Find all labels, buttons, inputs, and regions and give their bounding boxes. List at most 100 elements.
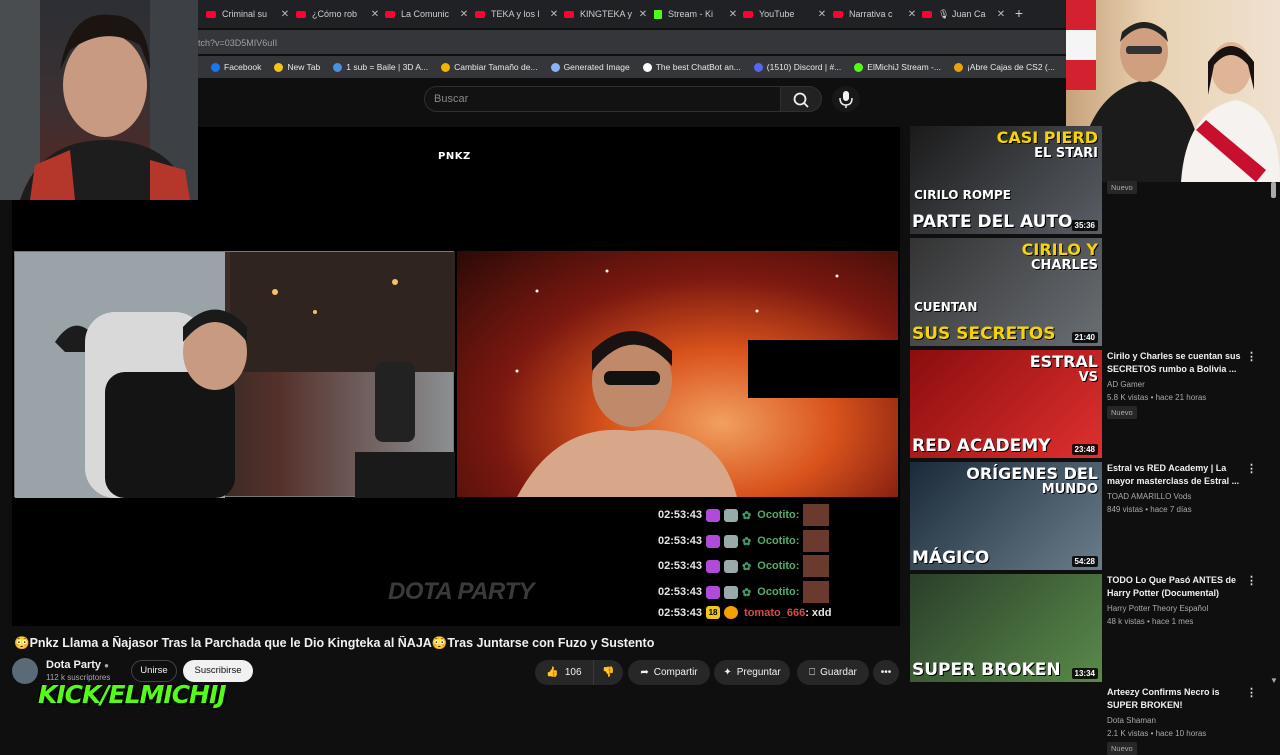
more-options-icon[interactable]: ⋮ bbox=[1246, 462, 1257, 475]
video-title-link[interactable]: Estral vs RED Academy | La mayor masterc… bbox=[1107, 462, 1242, 488]
video-title-link[interactable]: Arteezy Confirms Necro is SUPER BROKEN! bbox=[1107, 686, 1242, 712]
channel-name-link[interactable]: TOAD AMARILLO Vods bbox=[1107, 492, 1191, 501]
video-thumbnail[interactable]: SUPER BROKEN 13:34 bbox=[910, 574, 1102, 682]
bookmark-favicon-icon bbox=[550, 62, 560, 72]
close-tab-icon[interactable]: ✕ bbox=[994, 9, 1008, 20]
video-thumbnail[interactable]: ESTRAL VS RED ACADEMY 23:48 bbox=[910, 350, 1102, 458]
subscribe-button[interactable]: Suscribirse bbox=[183, 660, 253, 682]
close-tab-icon[interactable]: ✕ bbox=[457, 9, 471, 20]
more-options-icon[interactable]: ⋮ bbox=[1246, 686, 1257, 699]
sub-badge-icon bbox=[706, 534, 721, 548]
video-duration: 35:36 bbox=[1071, 220, 1098, 231]
close-tab-icon[interactable]: ✕ bbox=[905, 9, 919, 20]
channel-name-link[interactable]: Harry Potter Theory Español bbox=[1107, 604, 1208, 613]
close-tab-icon[interactable]: ✕ bbox=[726, 9, 740, 20]
close-tab-icon[interactable]: ✕ bbox=[547, 9, 561, 20]
voice-search-button[interactable] bbox=[832, 86, 860, 112]
thumbs-up-icon: 👍 bbox=[546, 667, 559, 678]
share-button[interactable]: ➦ Compartir bbox=[628, 660, 710, 685]
overlay-black-box bbox=[748, 340, 898, 398]
new-tab-button[interactable]: + bbox=[1012, 5, 1026, 21]
new-badge: Nuevo bbox=[1107, 181, 1137, 194]
browser-tab[interactable]: La Comunic ✕ bbox=[385, 4, 471, 24]
thumb-text-top: CIRILO Y bbox=[1021, 240, 1098, 259]
join-button[interactable]: Unirse bbox=[131, 660, 177, 682]
chat-message: 02:53:43 ✿ Ocotito: bbox=[658, 581, 830, 603]
browser-tab[interactable]: ¿Cómo rob ✕ bbox=[296, 4, 382, 24]
room-scene-image bbox=[15, 252, 455, 498]
sub-badge-icon bbox=[706, 559, 721, 573]
thumb-text-bottom: MÁGICO bbox=[912, 548, 990, 568]
save-button[interactable]: ⎕ Guardar bbox=[797, 660, 869, 685]
chat-time: 02:53:43 bbox=[658, 560, 703, 572]
bookmark-item[interactable]: The best ChatBot an... bbox=[642, 62, 741, 72]
chat-message: 02:53:43 ✿ Ocotito: bbox=[658, 555, 830, 577]
streamer-webcam bbox=[0, 0, 198, 200]
more-options-icon[interactable]: ⋮ bbox=[1246, 350, 1257, 363]
video-thumbnail[interactable]: CASI PIERD EL STARI CIRILO ROMPE PARTE DEL … bbox=[910, 126, 1102, 234]
bookmark-item[interactable]: 1 sub = Baile | 3D A... bbox=[333, 62, 428, 72]
close-tab-icon[interactable]: ✕ bbox=[278, 9, 292, 20]
video-thumbnail[interactable]: CIRILO Y CHARLES CUENTAN SUS SECRETOS 21:40 bbox=[910, 238, 1102, 346]
ask-button[interactable]: ✦ Preguntar bbox=[714, 660, 790, 685]
bookmark-label: New Tab bbox=[287, 62, 321, 72]
channel-name-link[interactable]: Dota Shaman bbox=[1107, 716, 1156, 725]
bookmark-item[interactable]: New Tab bbox=[274, 62, 320, 72]
bookmark-label: Cambiar Tamaño de... bbox=[454, 62, 538, 72]
dislike-button[interactable]: 👎 bbox=[593, 660, 623, 685]
bookmark-item[interactable]: ¡Abre Cajas de CS2 (... bbox=[953, 62, 1055, 72]
youtube-icon bbox=[385, 10, 395, 18]
address-bar[interactable]: tch?v=03D5MIV6uII bbox=[198, 30, 1066, 54]
more-options-icon[interactable]: ⋮ bbox=[1246, 574, 1257, 587]
search-icon bbox=[793, 92, 809, 108]
bookmark-label: Facebook bbox=[224, 62, 262, 72]
sparkle-icon: ✦ bbox=[723, 667, 732, 678]
youtube-icon bbox=[833, 10, 843, 18]
save-label: Guardar bbox=[820, 667, 857, 678]
close-tab-icon[interactable]: ✕ bbox=[368, 9, 382, 20]
browser-tab[interactable]: YouTube ✕ bbox=[743, 4, 829, 24]
thumb-text-top: CASI PIERD bbox=[996, 128, 1098, 147]
browser-tab[interactable]: Narrativa c ✕ bbox=[833, 4, 919, 24]
bookmark-item[interactable]: Generated Image bbox=[550, 62, 630, 72]
channel-name[interactable]: Dota Party ● bbox=[46, 659, 109, 671]
gift-badge-icon bbox=[724, 559, 739, 573]
bookmark-label: 1 sub = Baile | 3D A... bbox=[346, 62, 429, 72]
leaf-icon: ✿ bbox=[742, 586, 752, 599]
close-tab-icon[interactable]: ✕ bbox=[815, 9, 829, 20]
video-duration: 23:48 bbox=[1071, 444, 1098, 455]
browser-tab[interactable]: 🎙 Juan Ca ✕ bbox=[922, 4, 1008, 24]
search-input[interactable]: Buscar bbox=[424, 86, 780, 112]
leaf-icon: ✿ bbox=[742, 560, 752, 573]
browser-tab[interactable]: Criminal su ✕ bbox=[206, 4, 292, 24]
bookmark-item[interactable]: (1510) Discord | #... bbox=[753, 62, 841, 72]
overlay-brand-text: PNKZ bbox=[438, 151, 471, 162]
video-title-link[interactable]: Cirilo y Charles se cuentan sus SECRETOS… bbox=[1107, 350, 1242, 376]
video-title-link[interactable]: TODO Lo Que Pasó ANTES de Harry Potter (… bbox=[1107, 574, 1242, 600]
gift-badge-icon bbox=[724, 508, 739, 522]
browser-tab[interactable]: KINGTEKA y ✕ bbox=[564, 4, 650, 24]
gift-badge-icon bbox=[724, 534, 739, 548]
sub-badge-icon bbox=[706, 585, 721, 599]
browser-tab[interactable]: Stream - Ki ✕ bbox=[654, 4, 740, 24]
sub-badge-icon bbox=[706, 508, 721, 522]
bookmark-item[interactable]: ElMichiJ Stream -... bbox=[854, 62, 941, 72]
search-button[interactable] bbox=[780, 86, 822, 112]
youtube-icon bbox=[564, 10, 574, 18]
scrollbar-thumb[interactable] bbox=[1271, 182, 1276, 198]
bookmark-item[interactable]: Cambiar Tamaño de... bbox=[441, 62, 538, 72]
channel-avatar[interactable] bbox=[12, 658, 38, 684]
browser-tab[interactable]: TEKA y los l ✕ bbox=[475, 4, 561, 24]
video-thumbnail[interactable]: ORÍGENES DEL MUNDO MÁGICO 54:28 bbox=[910, 462, 1102, 570]
scroll-down-arrow-icon[interactable]: ▼ bbox=[1270, 676, 1278, 685]
thumb-text-sub: EL STARI bbox=[1034, 146, 1098, 161]
close-tab-icon[interactable]: ✕ bbox=[636, 9, 650, 20]
channel-name-link[interactable]: AD Gamer bbox=[1107, 380, 1145, 389]
tab-label: YouTube bbox=[759, 9, 795, 19]
more-actions-button[interactable]: ••• bbox=[873, 660, 899, 685]
like-button[interactable]: 👍 106 bbox=[535, 660, 593, 685]
tab-label: Narrativa c bbox=[849, 9, 893, 19]
scrollbar-track[interactable] bbox=[1268, 182, 1278, 687]
mic-icon bbox=[839, 91, 853, 108]
bookmark-item[interactable]: Facebook bbox=[211, 62, 261, 72]
